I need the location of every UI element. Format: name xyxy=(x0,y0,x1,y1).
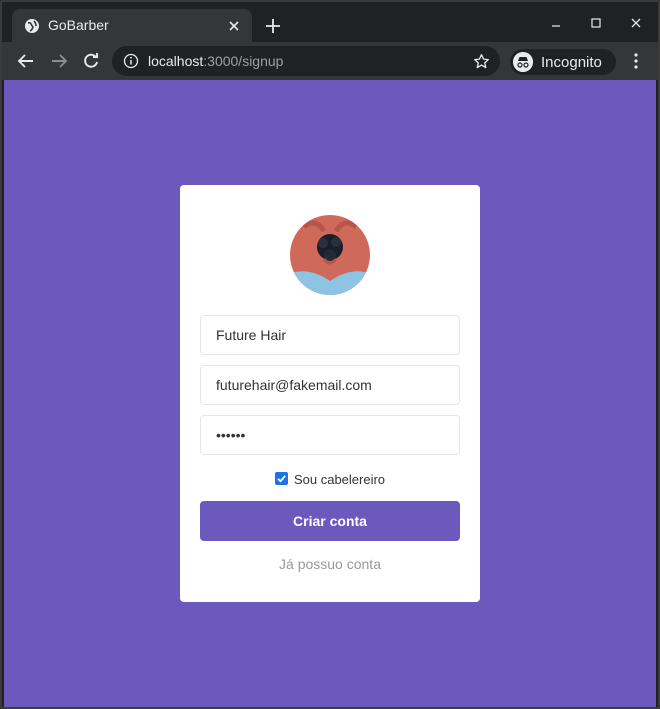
tab-strip: GoBarber xyxy=(2,2,658,42)
name-input[interactable] xyxy=(201,316,459,354)
url-path: :3000/signup xyxy=(203,53,284,69)
barber-checkbox-row[interactable]: Sou cabelereiro xyxy=(180,469,480,489)
back-arrow-icon[interactable] xyxy=(17,52,35,70)
avatar-photo xyxy=(290,215,370,295)
create-account-button[interactable]: Criar conta xyxy=(200,501,460,541)
browser-toolbar: localhost:3000/signup Incognito xyxy=(2,42,658,80)
address-bar[interactable]: localhost:3000/signup xyxy=(112,46,500,76)
incognito-badge[interactable]: Incognito xyxy=(510,49,616,75)
url-host: localhost xyxy=(148,53,204,69)
password-input[interactable] xyxy=(201,416,459,454)
name-field[interactable] xyxy=(200,315,460,355)
barber-checkbox[interactable] xyxy=(274,471,288,485)
barber-checkbox-label: Sou cabelereiro xyxy=(293,471,386,487)
signup-card: Sou cabelereiro Criar conta Já possuo co… xyxy=(180,185,480,602)
url-text[interactable]: localhost:3000/signup xyxy=(148,53,283,69)
globe-icon xyxy=(25,19,39,33)
login-link[interactable]: Já possuo conta xyxy=(180,556,480,572)
reload-icon[interactable] xyxy=(82,52,100,70)
forward-arrow-icon[interactable] xyxy=(50,52,68,70)
incognito-icon xyxy=(513,52,533,72)
email-field[interactable] xyxy=(200,365,460,405)
minimize-icon[interactable] xyxy=(548,15,564,31)
checkmark-icon xyxy=(277,474,286,483)
tab-title: GoBarber xyxy=(48,17,109,33)
avatar-image[interactable] xyxy=(290,215,370,295)
close-tab-icon[interactable] xyxy=(226,18,242,34)
email-input[interactable] xyxy=(201,366,459,404)
tab-gobarber[interactable]: GoBarber xyxy=(12,9,252,42)
new-tab-icon[interactable] xyxy=(264,17,282,35)
more-vert-icon[interactable] xyxy=(628,52,644,70)
password-field[interactable] xyxy=(200,415,460,455)
incognito-label: Incognito xyxy=(541,54,602,71)
page-viewport: Sou cabelereiro Criar conta Já possuo co… xyxy=(4,80,656,707)
maximize-icon[interactable] xyxy=(588,15,604,31)
bookmark-star-icon[interactable] xyxy=(473,53,490,70)
info-icon[interactable] xyxy=(123,53,139,69)
browser-window: GoBarber localhost:3000/signup Incognito… xyxy=(0,0,660,709)
close-window-icon[interactable] xyxy=(628,15,644,31)
